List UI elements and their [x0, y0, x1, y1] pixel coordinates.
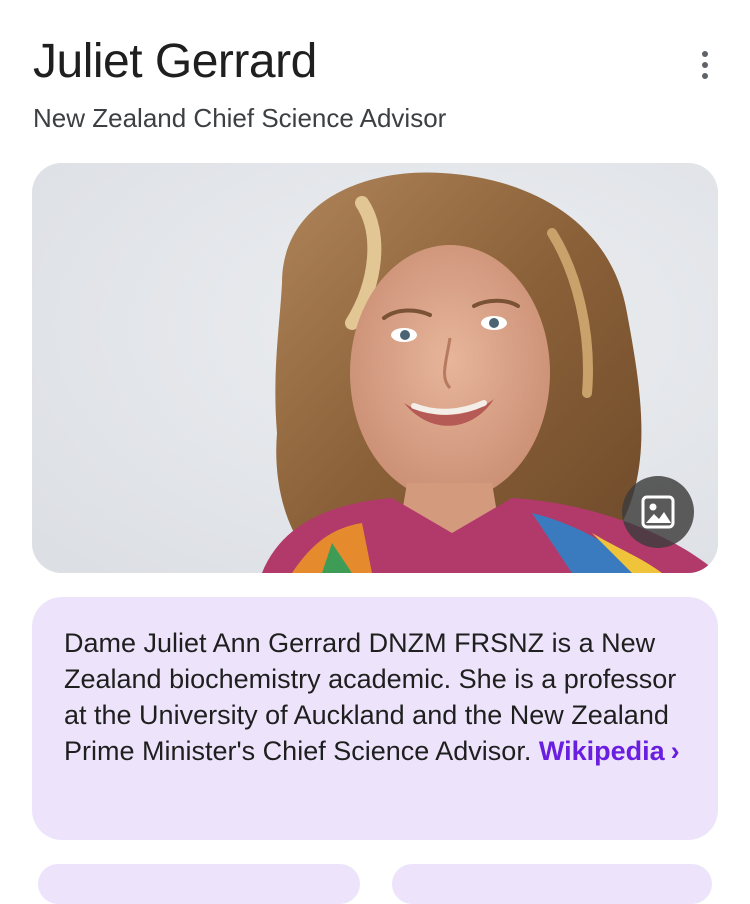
wikipedia-link-label: Wikipedia	[538, 736, 665, 766]
description-card: Dame Juliet Ann Gerrard DNZM FRSNZ is a …	[32, 597, 718, 840]
more-vertical-icon	[702, 51, 708, 79]
description-paragraph: Dame Juliet Ann Gerrard DNZM FRSNZ is a …	[64, 625, 686, 769]
chevron-right-icon: ›	[670, 736, 680, 766]
chip-partial-left[interactable]	[38, 864, 360, 904]
more-options-button[interactable]	[690, 48, 720, 82]
entity-photo[interactable]	[32, 163, 718, 573]
entity-subtitle: New Zealand Chief Science Advisor	[33, 103, 447, 133]
image-icon	[641, 495, 675, 529]
wikipedia-link[interactable]: Wikipedia ›	[539, 736, 680, 766]
portrait-image	[32, 163, 718, 573]
entity-title: Juliet Gerrard	[33, 35, 317, 88]
view-images-button[interactable]	[622, 476, 694, 548]
knowledge-panel-header: Juliet Gerrard New Zealand Chief Science…	[33, 34, 710, 134]
chip-partial-right[interactable]	[392, 864, 712, 904]
